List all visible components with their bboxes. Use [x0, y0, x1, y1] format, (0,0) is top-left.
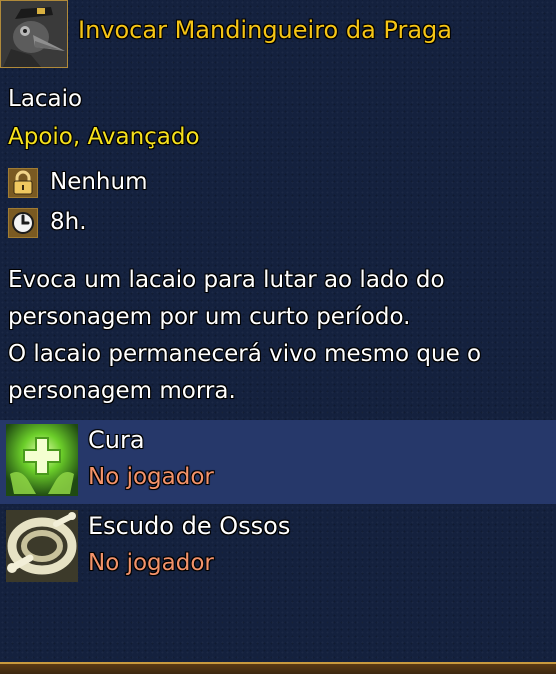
cost-value: Nenhum: [50, 169, 148, 195]
card-type-label: Lacaio: [8, 86, 83, 112]
ability-row-cura[interactable]: Cura No jogador: [0, 420, 556, 504]
duration-value: 8h.: [50, 209, 87, 235]
ability-description: Evoca um lacaio para lutar ao lado do pe…: [8, 262, 553, 410]
ability-target: No jogador: [88, 550, 214, 576]
description-line: O lacaio permanecerá vivo mesmo que o: [8, 341, 482, 367]
description-line: personagem por um curto período.: [8, 304, 411, 330]
tooltip-bottom-border: [0, 662, 556, 674]
description-line: Evoca um lacaio para lutar ao lado do: [8, 267, 445, 293]
tooltip-header: Invocar Mandingueiro da Praga: [0, 0, 556, 68]
lock-icon: [8, 168, 38, 198]
ability-name: Escudo de Ossos: [88, 512, 291, 540]
description-line: personagem morra.: [8, 378, 236, 404]
ability-name: Cura: [88, 426, 145, 454]
bone-shield-icon: [6, 510, 78, 582]
ability-title: Invocar Mandingueiro da Praga: [78, 16, 452, 44]
heal-icon: [6, 424, 78, 496]
card-tags-label: Apoio, Avançado: [8, 124, 200, 150]
ability-row-escudo-de-ossos[interactable]: Escudo de Ossos No jogador: [0, 506, 556, 590]
plague-doctor-portrait-icon: [0, 0, 68, 68]
ability-target: No jogador: [88, 464, 214, 490]
clock-icon: [8, 208, 38, 238]
